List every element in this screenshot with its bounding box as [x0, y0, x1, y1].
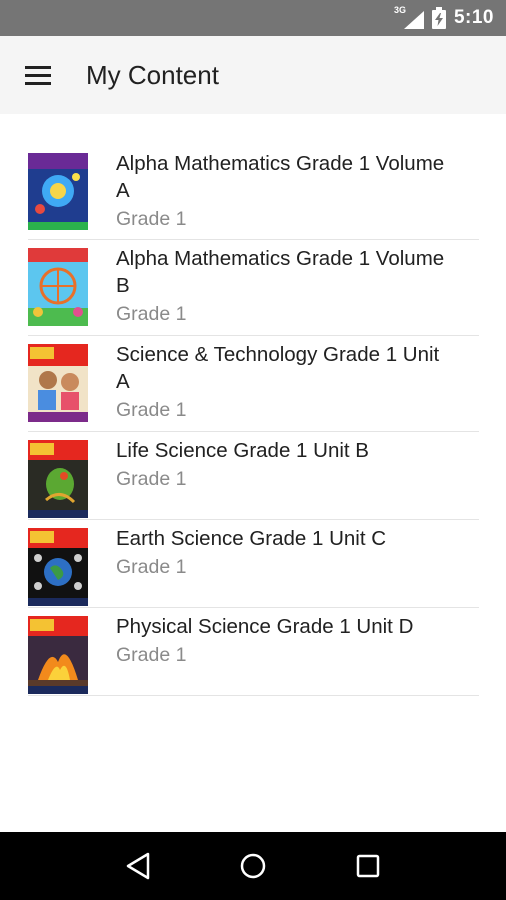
item-title: Life Science Grade 1 Unit B [116, 439, 369, 462]
list-item[interactable]: Life Science Grade 1 Unit B Grade 1 [28, 432, 479, 520]
navigation-bar [0, 832, 506, 900]
back-icon[interactable] [118, 846, 158, 886]
item-subtitle: Grade 1 [116, 556, 187, 578]
recents-icon[interactable] [348, 846, 388, 886]
item-subtitle: Grade 1 [116, 644, 187, 666]
list-item[interactable]: Physical Science Grade 1 Unit D Grade 1 [28, 608, 479, 696]
item-subtitle: Grade 1 [116, 468, 187, 490]
book-cover-image [28, 153, 88, 230]
book-cover-image [28, 440, 88, 518]
list-item[interactable]: Alpha Mathematics Grade 1 Volume A Grade… [28, 145, 479, 240]
item-title: Alpha Mathematics Grade 1 Volume [116, 152, 445, 175]
item-title: Physical Science Grade 1 Unit D [116, 615, 414, 638]
book-cover-image [28, 344, 88, 422]
list-item[interactable]: Science & Technology Grade 1 Unit A Grad… [28, 336, 479, 432]
item-title-continued: B [116, 274, 130, 297]
item-subtitle: Grade 1 [116, 208, 187, 230]
item-title: Earth Science Grade 1 Unit C [116, 527, 387, 550]
list-item[interactable]: Alpha Mathematics Grade 1 Volume B Grade… [28, 240, 479, 336]
item-title-continued: A [116, 179, 130, 202]
hamburger-menu-icon[interactable] [0, 36, 80, 114]
battery-icon [431, 7, 446, 29]
item-title-continued: A [116, 370, 130, 393]
signal-icon [403, 11, 424, 29]
item-title: Alpha Mathematics Grade 1 Volume [116, 247, 445, 270]
clock: 5:10 [453, 7, 494, 28]
book-cover-image [28, 248, 88, 326]
list-item[interactable]: Earth Science Grade 1 Unit C Grade 1 [28, 520, 479, 608]
page-title: My Content [86, 59, 219, 90]
signal-indicator: 3G [394, 5, 424, 29]
book-cover-image [28, 528, 88, 606]
content-list: Alpha Mathematics Grade 1 Volume A Grade… [28, 145, 479, 696]
item-subtitle: Grade 1 [116, 399, 187, 421]
book-cover-image [28, 616, 88, 694]
home-icon[interactable] [233, 846, 273, 886]
item-title: Science & Technology Grade 1 Unit [116, 343, 440, 366]
status-bar: 3G 5:10 [0, 0, 506, 36]
item-subtitle: Grade 1 [116, 303, 187, 325]
app-bar: My Content [0, 36, 506, 114]
